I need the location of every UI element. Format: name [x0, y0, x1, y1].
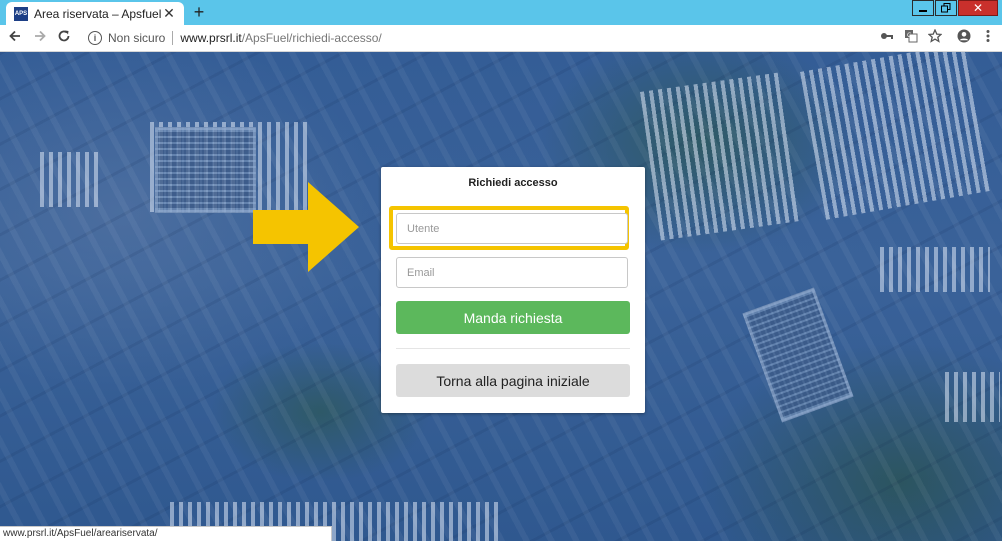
url-host[interactable]: www.prsrl.it: [180, 31, 241, 45]
background-parking-area: [640, 72, 800, 241]
apsfuel-favicon-icon: APS: [14, 6, 28, 21]
info-icon[interactable]: i: [88, 31, 102, 45]
omnibox-separator: [172, 31, 174, 45]
yellow-arrow-icon: [253, 182, 359, 272]
security-status[interactable]: Non sicuro: [108, 31, 165, 45]
address-bar[interactable]: i Non sicuro www.prsrl.it /ApsFuel/richi…: [80, 28, 865, 48]
new-tab-button[interactable]: +: [190, 3, 208, 21]
back-button[interactable]: [6, 29, 24, 47]
background-building: [155, 127, 256, 213]
arrow-left-icon: [9, 30, 20, 42]
card-divider: [396, 348, 630, 349]
status-bar-url: www.prsrl.it/ApsFuel/areariservata/: [0, 526, 332, 541]
minimize-button[interactable]: [912, 0, 934, 16]
password-key-button[interactable]: [878, 29, 896, 47]
bookmark-star-button[interactable]: [926, 28, 944, 47]
arrow-right-icon: [35, 30, 46, 42]
reload-button[interactable]: [55, 29, 73, 47]
username-input[interactable]: [396, 213, 628, 244]
background-parking-area: [880, 247, 990, 292]
reload-icon: [58, 30, 70, 42]
profile-button[interactable]: [955, 29, 973, 47]
background-parking-area: [945, 372, 1000, 422]
window-controls: ✕: [911, 0, 998, 16]
key-icon: [881, 33, 893, 39]
translate-button[interactable]: G: [902, 29, 920, 47]
restore-button[interactable]: [935, 0, 957, 16]
svg-text:G: G: [907, 32, 912, 39]
email-input[interactable]: [396, 257, 628, 288]
send-request-button[interactable]: Manda richiesta: [396, 301, 630, 334]
forward-button[interactable]: [31, 29, 49, 47]
menu-icon: [986, 30, 990, 42]
close-window-button[interactable]: ✕: [958, 0, 998, 16]
restore-icon: [941, 3, 951, 13]
browser-menu-button[interactable]: [979, 29, 997, 47]
close-icon: ✕: [972, 1, 984, 15]
request-access-card: Richiedi accesso Manda richiesta Torna a…: [381, 167, 645, 413]
tab-close-icon[interactable]: ✕: [162, 5, 176, 22]
url-path[interactable]: /ApsFuel/richiedi-accesso/: [242, 31, 382, 45]
tab-strip: APS Area riservata – Apsfuel ✕ + ✕: [0, 0, 1002, 25]
tab-title: Area riservata – Apsfuel: [34, 6, 162, 21]
background-parking-area: [800, 52, 994, 220]
browser-toolbar: i Non sicuro www.prsrl.it /ApsFuel/richi…: [0, 25, 1002, 52]
back-to-home-button[interactable]: Torna alla pagina iniziale: [396, 364, 630, 397]
card-title: Richiedi accesso: [468, 177, 558, 189]
profile-icon: [957, 29, 971, 43]
background-parking-area: [40, 152, 100, 207]
background-building: [742, 287, 854, 423]
translate-icon: G: [905, 30, 918, 43]
star-icon: [927, 28, 943, 43]
tab-area-riservata[interactable]: APS Area riservata – Apsfuel ✕: [6, 2, 184, 25]
minimize-icon: [919, 10, 927, 12]
